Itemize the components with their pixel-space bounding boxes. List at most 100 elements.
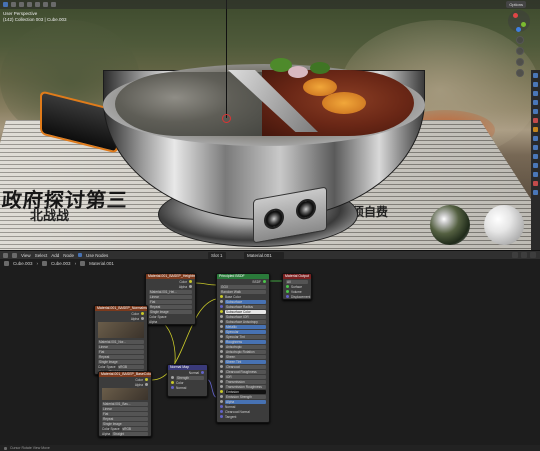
input-field[interactable]: Alpha <box>225 399 266 404</box>
socket[interactable] <box>220 305 223 308</box>
interpolation-dropdown[interactable]: Linear <box>149 294 192 299</box>
socket[interactable] <box>220 355 223 358</box>
image-selector[interactable]: Material.001_Hei... <box>149 289 192 294</box>
zoom-icon[interactable] <box>516 36 524 44</box>
menu-select[interactable]: Select <box>35 253 48 258</box>
data-props-icon[interactable] <box>533 172 538 177</box>
options-dropdown[interactable]: Options <box>506 1 526 8</box>
input-field[interactable]: Specular Tint <box>225 334 266 339</box>
gizmo-y-axis-icon[interactable] <box>521 22 526 27</box>
socket-normal-out[interactable] <box>201 371 204 374</box>
projection-dropdown[interactable]: Flat <box>149 299 192 304</box>
subsurface-method-dropdown[interactable]: Random Walk <box>220 289 266 294</box>
snap-icon[interactable] <box>530 252 536 258</box>
source-dropdown[interactable]: Single Image <box>102 421 148 426</box>
use-nodes-checkbox[interactable] <box>77 253 82 257</box>
socket[interactable] <box>220 415 223 418</box>
distribution-dropdown[interactable]: GGX <box>220 284 266 289</box>
object-props-icon[interactable] <box>533 127 538 132</box>
extension-dropdown[interactable]: Repeat <box>102 416 148 421</box>
breadcrumb-mesh[interactable]: Cube.003 <box>51 261 71 266</box>
world-props-icon[interactable] <box>533 118 538 123</box>
socket-color[interactable] <box>145 378 148 381</box>
input-field[interactable]: Subsurface Anisotropy <box>225 319 266 324</box>
normal-map-node[interactable]: Normal Map Normal Strength Color Normal <box>167 364 208 397</box>
image-selector[interactable]: Material.001_Bas... <box>102 401 148 406</box>
physics-icon[interactable] <box>533 154 538 159</box>
breadcrumb-material[interactable]: Material.001 <box>89 261 114 266</box>
input-field[interactable]: Clearcoat <box>225 364 266 369</box>
source-dropdown[interactable]: Single Image <box>149 309 192 314</box>
modifier-props-icon[interactable] <box>533 136 538 141</box>
principled-bsdf-node[interactable]: Principled BSDF BSDF GGX Random Walk Bas… <box>216 273 270 423</box>
node-title[interactable]: Material.001_BASEP_Normalmap <box>95 306 147 311</box>
socket[interactable] <box>220 400 223 403</box>
extension-dropdown[interactable]: Repeat <box>149 304 192 309</box>
menu-node[interactable]: Node <box>63 253 74 258</box>
editor-type-icon[interactable] <box>3 2 8 7</box>
socket[interactable] <box>220 320 223 323</box>
input-field[interactable]: Sheen <box>225 354 266 359</box>
socket[interactable] <box>220 315 223 318</box>
socket-strength[interactable] <box>171 376 174 379</box>
mode-icon[interactable] <box>11 2 16 7</box>
alpha-dropdown[interactable]: Straight <box>112 431 148 436</box>
view-layer-icon[interactable] <box>533 100 538 105</box>
select-box-icon[interactable] <box>19 2 24 7</box>
socket[interactable] <box>220 335 223 338</box>
socket-bsdf-out[interactable] <box>263 280 266 283</box>
source-dropdown[interactable]: Single Image <box>98 359 144 364</box>
socket-color[interactable] <box>141 312 144 315</box>
select-invert-icon[interactable] <box>43 2 48 7</box>
socket-alpha[interactable] <box>189 285 192 288</box>
socket[interactable] <box>220 300 223 303</box>
input-field[interactable]: Anisotropic Rotation <box>225 349 266 354</box>
image-texture-node-normalmap[interactable]: Material.001_BASEP_Normalmap Color Alpha… <box>94 305 148 375</box>
image-selector[interactable]: Material.001_Nor... <box>98 339 144 344</box>
scene-props-icon[interactable] <box>533 109 538 114</box>
socket-color-in[interactable] <box>171 381 174 384</box>
input-field[interactable]: Subsurface IOR <box>225 314 266 319</box>
socket[interactable] <box>220 295 223 298</box>
socket[interactable] <box>220 380 223 383</box>
node-title[interactable]: Material.001_BASEP_BaseColor <box>99 372 151 377</box>
gizmo-z-axis-icon[interactable] <box>516 27 521 32</box>
socket-surface[interactable] <box>286 285 289 288</box>
material-props-icon[interactable] <box>533 181 538 186</box>
extension-dropdown[interactable]: Repeat <box>98 354 144 359</box>
socket-displacement[interactable] <box>286 295 289 298</box>
socket[interactable] <box>220 325 223 328</box>
socket[interactable] <box>220 405 223 408</box>
select-intersect-icon[interactable] <box>51 2 56 7</box>
socket[interactable] <box>220 340 223 343</box>
select-subtract-icon[interactable] <box>35 2 40 7</box>
socket[interactable] <box>220 310 223 313</box>
socket[interactable] <box>220 370 223 373</box>
socket[interactable] <box>220 395 223 398</box>
3d-viewport[interactable]: 政府探讨第三 北战战 介须自费 Options User Perspective… <box>0 0 540 250</box>
socket[interactable] <box>220 390 223 393</box>
socket-alpha[interactable] <box>141 317 144 320</box>
input-field[interactable]: Subsurface <box>225 299 266 304</box>
input-field[interactable]: Emission <box>225 389 266 394</box>
socket[interactable] <box>220 350 223 353</box>
particles-icon[interactable] <box>533 145 538 150</box>
camera-view-icon[interactable] <box>516 58 524 66</box>
node-title[interactable]: Material.001_BASEP_Heightmap <box>146 274 195 279</box>
projection-dropdown[interactable]: Flat <box>98 349 144 354</box>
strength-field[interactable]: Strength <box>176 375 204 380</box>
input-field[interactable]: Roughness <box>225 339 266 344</box>
socket[interactable] <box>220 375 223 378</box>
input-field[interactable]: Clearcoat Roughness <box>225 369 266 374</box>
input-field[interactable]: Metallic <box>225 324 266 329</box>
material-selector[interactable]: Material.001 <box>244 252 284 259</box>
socket-normal-in[interactable] <box>171 386 174 389</box>
input-field[interactable]: Specular <box>225 329 266 334</box>
socket[interactable] <box>220 365 223 368</box>
input-field[interactable]: Transmission Roughness <box>225 384 266 389</box>
pin-icon[interactable] <box>512 252 518 258</box>
socket-alpha[interactable] <box>145 383 148 386</box>
breadcrumb-object[interactable]: Cube.003 <box>13 261 33 266</box>
interpolation-dropdown[interactable]: Linear <box>98 344 144 349</box>
menu-add[interactable]: Add <box>51 253 59 258</box>
